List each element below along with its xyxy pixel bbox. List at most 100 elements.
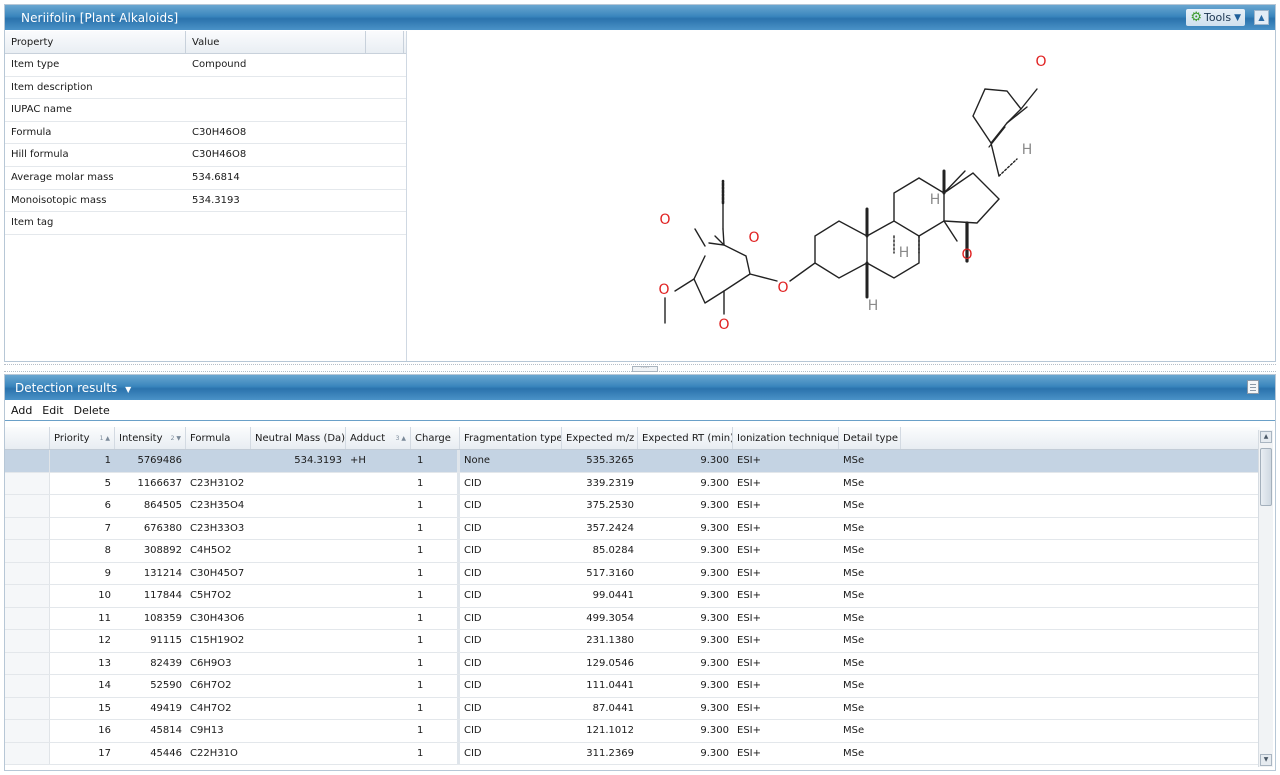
sort-order: 1 — [99, 435, 104, 442]
cell-ionization-technique: ESI+ — [737, 702, 761, 714]
row-header[interactable] — [5, 697, 50, 719]
column-header-priority[interactable]: Priority 1 ▲ — [50, 427, 115, 449]
export-document-icon[interactable] — [1247, 380, 1259, 394]
cell-adduct — [346, 720, 411, 742]
cell-expected-mz: 517.3160 — [586, 567, 634, 579]
row-header[interactable] — [5, 472, 50, 494]
atom-label: H — [930, 192, 941, 208]
table-row[interactable]: 8 308892 C4H5O2 1 CID 85.0284 9.300 ESI+ MSe — [5, 540, 1260, 563]
edit-button[interactable]: Edit — [42, 404, 63, 417]
row-header[interactable] — [5, 720, 50, 742]
column-header-intensity[interactable]: Intensity 2 ▼ — [115, 427, 186, 449]
cell-expected-rt: 9.300 — [700, 500, 729, 511]
cell-charge: 1 — [411, 495, 460, 517]
table-row[interactable]: 16 45814 C9H13 1 CID 121.1012 9.300 ESI+ MSe — [5, 720, 1260, 743]
column-label: Adduct — [350, 433, 386, 444]
cell-fragmentation-type: CID — [464, 612, 482, 624]
property-row[interactable]: Item description — [5, 77, 406, 100]
table-row[interactable]: 1 5769486 534.3193 +H 1 None 535.3265 9.300 ESI+… — [5, 450, 1260, 473]
cell-charge: 1 — [411, 697, 460, 719]
table-row[interactable]: 6 864505 C23H35O4 1 CID 375.2530 9.300 ESI+ MSe — [5, 495, 1260, 518]
column-header-charge[interactable]: Charge — [411, 427, 460, 449]
table-row[interactable]: 5 1166637 C23H31O2 1 CID 339.2319 9.300 ESI+ MSe — [5, 472, 1260, 495]
table-row[interactable]: 9 131214 C30H45O7 1 CID 517.3160 9.300 ESI+ MSe — [5, 562, 1260, 585]
detection-results-menu[interactable]: Detection results ▼ — [15, 381, 131, 395]
cell-priority: 13 — [98, 657, 111, 669]
add-button[interactable]: Add — [11, 404, 32, 417]
property-value: Compound — [192, 59, 247, 70]
row-header[interactable] — [5, 540, 50, 562]
cell-expected-rt: 9.300 — [700, 680, 729, 691]
cell-neutral-mass — [251, 720, 346, 742]
property-row[interactable]: Item type Compound — [5, 54, 406, 77]
row-header[interactable] — [5, 675, 50, 697]
cell-ionization-technique: ESI+ — [737, 590, 761, 601]
row-header[interactable] — [5, 562, 50, 584]
property-row[interactable]: Hill formula C30H46O8 — [5, 144, 406, 167]
column-header-neutral-mass[interactable]: Neutral Mass (Da) — [251, 427, 346, 449]
cell-neutral-mass — [251, 473, 346, 495]
row-header[interactable] — [5, 585, 50, 607]
table-row[interactable]: 7 676380 C23H33O3 1 CID 357.2424 9.300 ESI+ MSe — [5, 517, 1260, 540]
property-name: Average molar mass — [11, 171, 114, 183]
row-header[interactable] — [5, 450, 50, 472]
property-name: IUPAC name — [11, 104, 72, 116]
row-header[interactable] — [5, 495, 50, 517]
scrollbar-thumb[interactable] — [1260, 448, 1272, 506]
cell-adduct — [346, 540, 411, 562]
column-header-adduct[interactable]: Adduct 3 ▲ — [346, 427, 411, 449]
column-header-expected-rt[interactable]: Expected RT (min) — [638, 427, 733, 449]
tools-menu-button[interactable]: ⚙ Tools ▼ — [1186, 9, 1245, 26]
sort-indicator-icon: 2 ▼ — [170, 435, 181, 442]
row-header[interactable] — [5, 517, 50, 539]
cell-ionization-technique: ESI+ — [737, 500, 761, 511]
property-table: Property Value Item type Compound Item des… — [5, 31, 407, 361]
cell-priority: 7 — [104, 522, 111, 534]
sort-order: 3 — [395, 435, 400, 442]
row-header[interactable] — [5, 607, 50, 629]
cell-ionization-technique: ESI+ — [737, 455, 761, 466]
cell-expected-mz: 231.1380 — [586, 635, 634, 646]
property-row[interactable]: IUPAC name — [5, 99, 406, 122]
sort-indicator-icon: 3 ▲ — [395, 435, 406, 442]
property-row[interactable]: Item tag — [5, 212, 406, 235]
collapse-panel-button[interactable]: ▲ — [1254, 10, 1269, 25]
column-header-detail-type[interactable]: Detail type — [839, 427, 901, 449]
table-row[interactable]: 13 82439 C6H9O3 1 CID 129.0546 9.300 ESI+ MSe — [5, 652, 1260, 675]
scroll-down-icon[interactable]: ▼ — [1260, 754, 1272, 766]
cell-detail-type: MSe — [843, 635, 865, 646]
scroll-up-icon[interactable]: ▲ — [1260, 431, 1272, 443]
cell-fragmentation-type: CID — [464, 567, 482, 579]
cell-intensity: 117844 — [143, 590, 182, 601]
column-header-fragmentation-type[interactable]: Fragmentation type — [460, 427, 562, 449]
cell-formula: C23H33O3 — [190, 522, 245, 534]
cell-intensity: 5769486 — [137, 455, 182, 466]
row-header[interactable] — [5, 630, 50, 652]
property-row[interactable]: Formula C30H46O8 — [5, 122, 406, 145]
column-header-formula[interactable]: Formula — [186, 427, 251, 449]
cell-charge: 1 — [411, 517, 460, 539]
cell-intensity: 52590 — [150, 680, 182, 691]
table-row[interactable]: 15 49419 C4H7O2 1 CID 87.0441 9.300 ESI+ MSe — [5, 697, 1260, 720]
property-row[interactable]: Average molar mass 534.6814 — [5, 167, 406, 190]
cell-intensity: 82439 — [150, 657, 182, 669]
row-header[interactable] — [5, 742, 50, 764]
cell-formula: C4H5O2 — [190, 545, 232, 556]
cell-expected-rt: 9.300 — [700, 545, 729, 556]
table-row[interactable]: 10 117844 C5H7O2 1 CID 99.0441 9.300 ESI+ MSe — [5, 585, 1260, 608]
delete-button[interactable]: Delete — [74, 404, 110, 417]
property-row[interactable]: Monoisotopic mass 534.3193 — [5, 190, 406, 213]
property-column-header[interactable]: Property — [5, 31, 186, 53]
splitter-grip-icon[interactable]: ····· — [632, 366, 658, 372]
column-header-ionization-technique[interactable]: Ionization technique — [733, 427, 839, 449]
grid-vertical-scrollbar[interactable]: ▲ ▼ — [1258, 430, 1273, 767]
table-row[interactable]: 17 45446 C22H31O 1 CID 311.2369 9.300 ESI+ MSe — [5, 742, 1260, 765]
column-header-expected-mz[interactable]: Expected m/z — [562, 427, 638, 449]
table-row[interactable]: 14 52590 C6H7O2 1 CID 111.0441 9.300 ESI+ MSe — [5, 675, 1260, 698]
column-label: Priority — [54, 433, 90, 444]
panel-splitter[interactable]: ····· — [4, 364, 1276, 372]
table-row[interactable]: 11 108359 C30H43O6 1 CID 499.3054 9.300 ESI+ MSe — [5, 607, 1260, 630]
table-row[interactable]: 12 91115 C15H19O2 1 CID 231.1380 9.300 ESI+ MSe — [5, 630, 1260, 653]
row-header[interactable] — [5, 652, 50, 674]
value-column-header[interactable]: Value — [186, 31, 366, 53]
